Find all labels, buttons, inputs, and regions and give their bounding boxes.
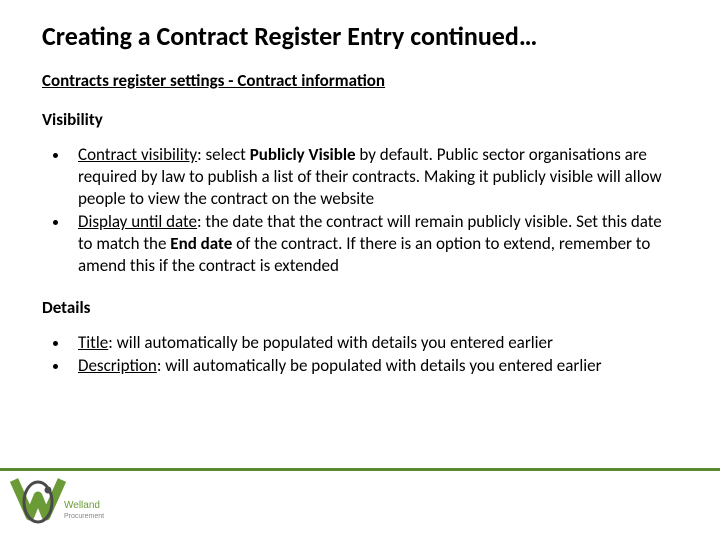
svg-text:Procurement: Procurement xyxy=(64,513,104,520)
welland-logo-icon: Welland Procurement xyxy=(8,476,108,534)
logo: Welland Procurement xyxy=(8,476,108,534)
list-item: Contract visibility: select Publicly Vis… xyxy=(70,144,678,209)
item-label: Description xyxy=(78,355,157,376)
list-item: Display until date: the date that the co… xyxy=(70,211,678,276)
item-label: Title xyxy=(78,332,108,353)
item-label: Display until date xyxy=(78,211,197,232)
visibility-list: Contract visibility: select Publicly Vis… xyxy=(0,130,720,277)
visibility-heading: Visibility xyxy=(0,91,720,130)
item-label: Contract visibility xyxy=(78,144,197,165)
footer-divider xyxy=(0,468,720,471)
slide: Creating a Contract Register Entry conti… xyxy=(0,0,720,540)
page-title: Creating a Contract Register Entry conti… xyxy=(0,0,720,66)
list-item: Title: will automatically be populated w… xyxy=(70,332,678,354)
section-subtitle: Contracts register settings - Contract i… xyxy=(0,66,720,91)
details-heading: Details xyxy=(0,279,720,318)
svg-text:Welland: Welland xyxy=(64,500,100,511)
list-item: Description: will automatically be popul… xyxy=(70,355,678,377)
details-list: Title: will automatically be populated w… xyxy=(0,318,720,378)
